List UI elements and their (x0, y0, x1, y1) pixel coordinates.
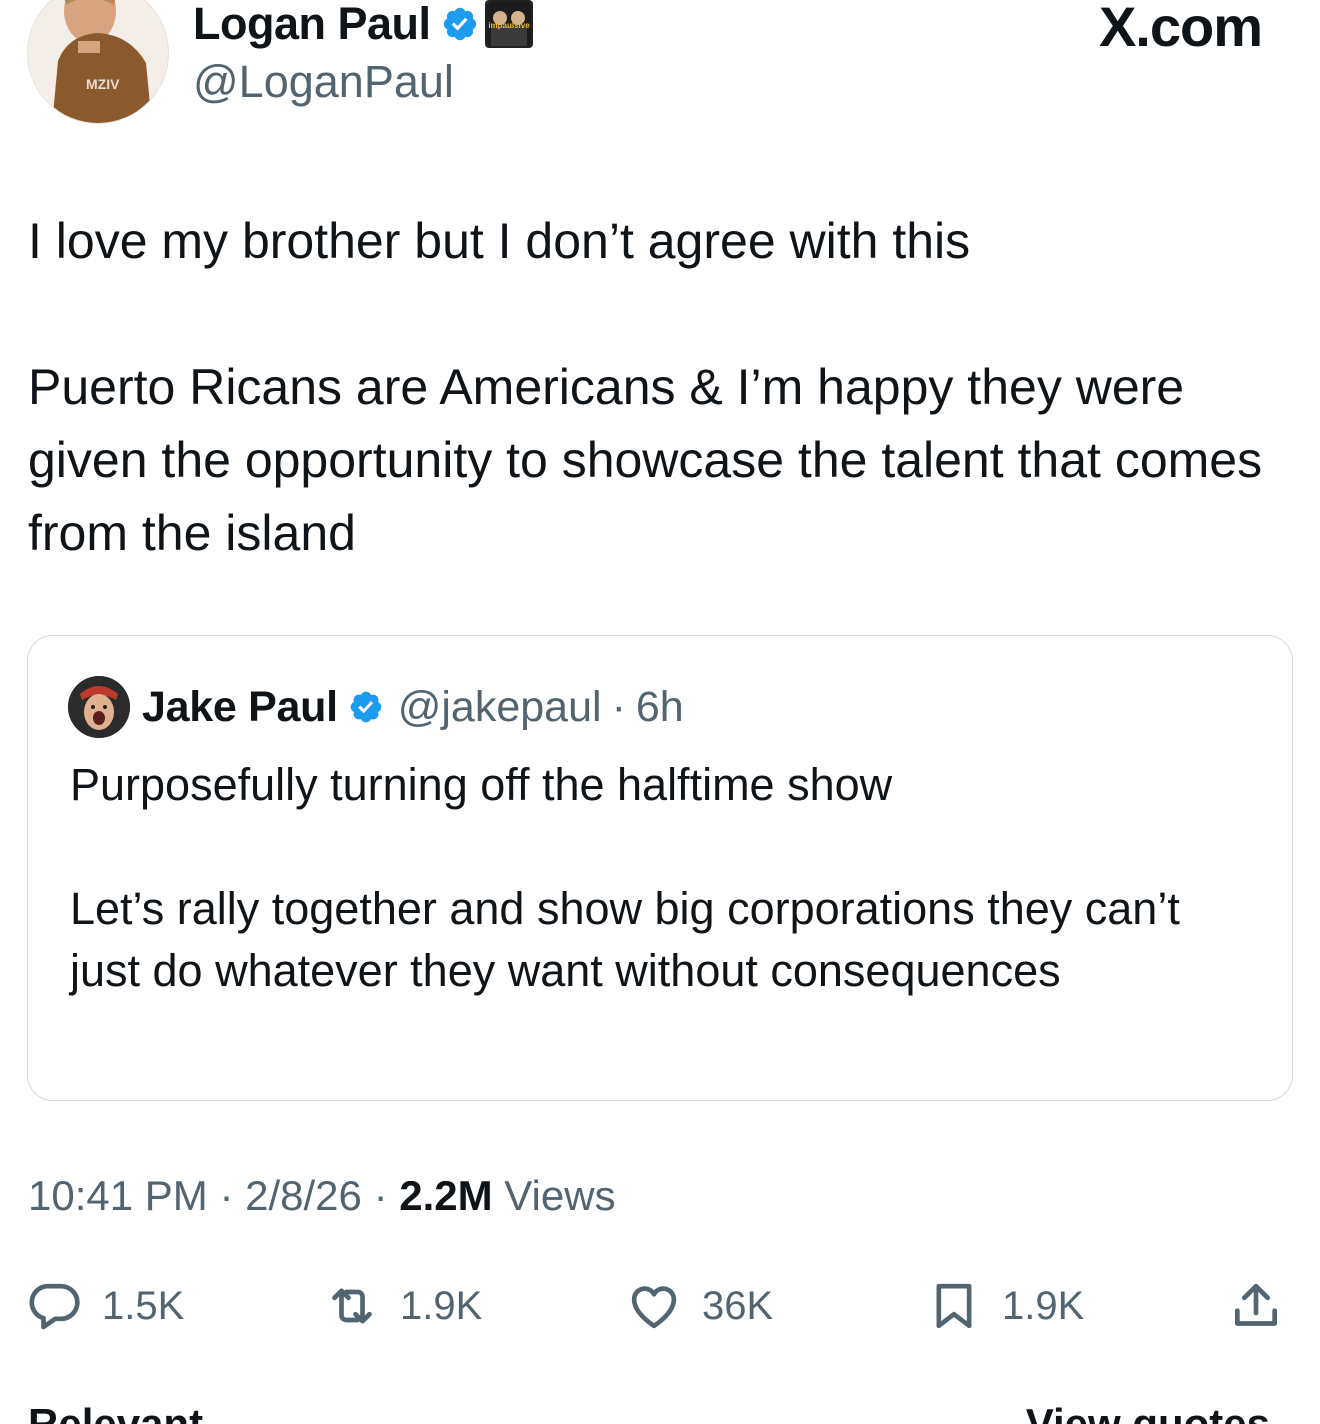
repost-icon (332, 1288, 372, 1324)
quoted-verified-badge-icon (350, 691, 382, 723)
tweet-paragraph-2: Puerto Ricans are Americans & I’m happy … (28, 359, 1263, 561)
quoted-author-handle[interactable]: @jakepaul (398, 683, 602, 732)
reply-count: 1.5K (102, 1283, 185, 1328)
bookmark-button[interactable]: 1.9K (926, 1278, 1084, 1334)
share-button[interactable] (1228, 1278, 1284, 1334)
quoted-meta-separator: · (611, 682, 626, 731)
views-count: 2.2M (399, 1172, 493, 1219)
quoted-author-avatar[interactable] (68, 676, 130, 738)
heart-icon (631, 1286, 677, 1329)
like-count: 36K (702, 1283, 774, 1328)
reply-button[interactable]: 1.5K (26, 1278, 184, 1334)
meta-separator: · (219, 1172, 234, 1219)
tweet-body: I love my brother but I don’t agree with… (28, 205, 1298, 570)
author-handle[interactable]: @LoganPaul (193, 56, 454, 108)
author-avatar-image: MZIV (28, 0, 168, 123)
sort-relevant-button[interactable]: Relevant (28, 1400, 203, 1424)
share-icon (1235, 1283, 1277, 1326)
tweet-time[interactable]: 10:41 PM (28, 1172, 208, 1219)
quoted-paragraph-1: Purposefully turning off the halftime sh… (70, 759, 893, 810)
meta-separator: · (373, 1172, 388, 1219)
quoted-tweet-header: Jake Paul @jakepaul · 6h (68, 676, 684, 738)
quoted-tweet-body: Purposefully turning off the halftime sh… (70, 754, 1250, 1002)
affiliate-badge-icon[interactable]: impaulsive (484, 0, 533, 48)
shirt-logo-text: MZIV (86, 76, 120, 92)
reply-icon (29, 1283, 80, 1330)
like-button[interactable]: 36K (626, 1278, 773, 1334)
quoted-tweet-card[interactable]: Jake Paul @jakepaul · 6h Purposefully tu… (27, 635, 1293, 1101)
quoted-paragraph-2: Let’s rally together and show big corpor… (70, 883, 1180, 996)
tweet-date[interactable]: 2/8/26 (245, 1172, 362, 1219)
tweet-meta-line: 10:41 PM · 2/8/26 · 2.2M Views (28, 1172, 616, 1220)
author-name-row: Logan Paul impaulsive (193, 0, 533, 52)
verified-badge-icon[interactable] (441, 5, 479, 43)
bookmark-count: 1.9K (1002, 1283, 1085, 1328)
author-display-name[interactable]: Logan Paul (193, 0, 431, 50)
repost-count: 1.9K (400, 1283, 483, 1328)
brand-watermark: X.com (1098, 0, 1263, 58)
tweet-paragraph-1: I love my brother but I don’t agree with… (28, 213, 971, 269)
bookmark-icon (936, 1283, 972, 1329)
quoted-author-display-name[interactable]: Jake Paul (142, 683, 338, 732)
quoted-tweet-time[interactable]: 6h (636, 683, 684, 732)
author-avatar[interactable]: MZIV (27, 0, 169, 124)
affiliate-badge-text: impaulsive (488, 21, 530, 30)
views-label: Views (504, 1172, 616, 1219)
view-quotes-link[interactable]: View quotes (1026, 1400, 1270, 1424)
repost-button[interactable]: 1.9K (324, 1278, 482, 1334)
